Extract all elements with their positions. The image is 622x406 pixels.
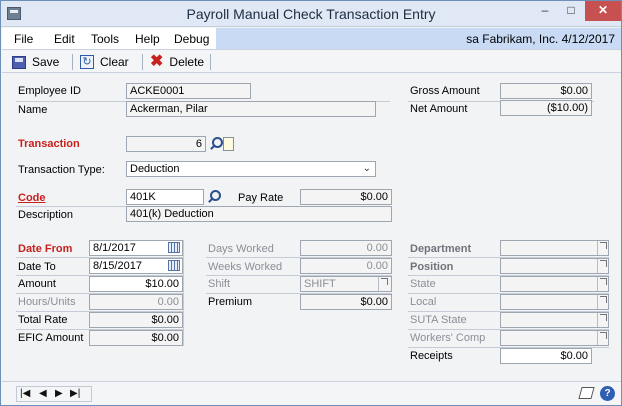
user-info-text: sa Fabrikam, Inc. 4/12/2017 [466, 32, 615, 46]
payroll-manual-check-window: Payroll Manual Check Transaction Entry –… [0, 0, 622, 406]
premium-field: $0.00 [300, 294, 392, 310]
date-to-label: Date To [18, 261, 56, 273]
days-worked-label: Days Worked [208, 243, 274, 255]
efic-amount-field: $0.00 [89, 330, 183, 346]
hours-units-field: 0.00 [89, 294, 183, 310]
workers-comp-expand-icon [597, 331, 607, 345]
toolbar-separator [72, 54, 73, 70]
position-label: Position [410, 261, 454, 273]
total-rate-field: $0.00 [89, 312, 183, 328]
calendar-icon[interactable] [168, 260, 180, 271]
local-field [500, 294, 609, 310]
state-expand-icon [597, 277, 607, 291]
status-bar: |◀ ◀ ▶ ▶| ? [2, 381, 621, 405]
employee-id-field[interactable]: ACKE0001 [126, 83, 251, 99]
transaction-lookup-icon[interactable] [208, 137, 223, 151]
description-label: Description [18, 209, 74, 221]
save-label: Save [32, 55, 60, 69]
close-button[interactable]: ✕ [585, 1, 621, 21]
net-amount-field: ($10.00) [500, 100, 592, 116]
position-field [500, 258, 609, 274]
amount-label: Amount [18, 278, 56, 290]
maximize-button[interactable]: □ [558, 1, 584, 21]
suta-state-expand-icon [597, 313, 607, 327]
menu-tools[interactable]: Tools [91, 32, 119, 46]
menu-file[interactable]: File [14, 32, 33, 46]
receipts-field[interactable]: $0.00 [500, 348, 592, 364]
shift-label: Shift [208, 278, 231, 290]
local-expand-icon [597, 295, 607, 309]
name-label: Name [18, 104, 48, 116]
menu-help[interactable]: Help [135, 32, 160, 46]
transaction-type-dropdown[interactable]: Deduction ⌄ [126, 161, 376, 177]
description-field: 401(k) Deduction [126, 206, 392, 222]
clear-button[interactable]: ↻ Clear [80, 53, 129, 71]
suta-state-label: SUTA State [410, 314, 467, 326]
transaction-type-value: Deduction [130, 163, 180, 175]
department-label: Department [410, 243, 472, 255]
workers-comp-field [500, 330, 609, 346]
gross-amount-label: Gross Amount [410, 85, 480, 97]
net-amount-label: Net Amount [410, 103, 468, 115]
chevron-down-icon: ⌄ [362, 163, 371, 174]
shift-expand-icon [378, 277, 388, 291]
employee-id-label: Employee ID [18, 85, 81, 97]
efic-amount-label: EFIC Amount [18, 332, 84, 344]
pay-rate-field: $0.00 [300, 189, 392, 205]
menu-bar: File Edit Tools Help Debug sa Fabrikam, … [2, 28, 621, 50]
first-record-button[interactable]: |◀ [20, 388, 30, 399]
receipts-label: Receipts [410, 350, 453, 362]
workers-comp-label: Workers' Comp [410, 332, 486, 344]
state-label: State [410, 278, 436, 290]
transaction-form: Employee ID ACKE0001 Name Ackerman, Pila… [2, 74, 621, 379]
local-label: Local [410, 296, 437, 308]
department-expand-icon [597, 241, 607, 255]
menu-debug[interactable]: Debug [174, 32, 209, 46]
toolbar: Save ↻ Clear ✖ Delete [2, 51, 621, 73]
clear-label: Clear [100, 55, 129, 69]
transaction-note-icon[interactable] [223, 137, 234, 151]
delete-icon: ✖ [150, 53, 164, 70]
help-icon[interactable]: ? [600, 386, 615, 401]
suta-state-field [500, 312, 609, 328]
amount-field[interactable]: $10.00 [89, 276, 183, 292]
code-field[interactable]: 401K [126, 189, 204, 205]
hours-units-label: Hours/Units [18, 296, 76, 308]
total-rate-label: Total Rate [18, 314, 68, 326]
clear-icon: ↻ [80, 55, 94, 69]
transaction-number-field[interactable]: 6 [126, 136, 206, 152]
weeks-worked-label: Weeks Worked [208, 261, 283, 273]
date-from-label: Date From [18, 243, 73, 255]
state-field [500, 276, 609, 292]
gross-amount-field: $0.00 [500, 83, 592, 99]
user-company-date-info: sa Fabrikam, Inc. 4/12/2017 [216, 28, 621, 49]
days-worked-field: 0.00 [300, 240, 392, 256]
pay-rate-label: Pay Rate [238, 192, 284, 204]
code-lookup-icon[interactable] [206, 190, 221, 204]
last-record-button[interactable]: ▶| [70, 388, 80, 399]
column-divider [183, 240, 184, 346]
menu-edit[interactable]: Edit [54, 32, 75, 46]
department-field [500, 240, 609, 256]
weeks-worked-field: 0.00 [300, 258, 392, 274]
save-button[interactable]: Save [12, 53, 59, 71]
title-bar: Payroll Manual Check Transaction Entry –… [1, 1, 621, 27]
delete-button[interactable]: ✖ Delete [150, 53, 204, 71]
calendar-icon[interactable] [168, 242, 180, 253]
previous-record-button[interactable]: ◀ [39, 388, 47, 399]
toolbar-separator [210, 54, 211, 70]
delete-label: Delete [169, 55, 205, 69]
minimize-button[interactable]: – [532, 1, 558, 21]
position-expand-icon [597, 259, 607, 273]
toolbar-separator [142, 54, 143, 70]
premium-label: Premium [208, 296, 253, 308]
code-label[interactable]: Code [18, 192, 46, 204]
employee-name-field: Ackerman, Pilar [126, 101, 376, 117]
next-record-button[interactable]: ▶ [55, 388, 63, 399]
window-title: Payroll Manual Check Transaction Entry [186, 6, 436, 22]
note-icon[interactable] [578, 387, 595, 399]
save-icon [12, 55, 26, 69]
transaction-type-label: Transaction Type: [18, 164, 105, 176]
transaction-label: Transaction [18, 138, 80, 150]
